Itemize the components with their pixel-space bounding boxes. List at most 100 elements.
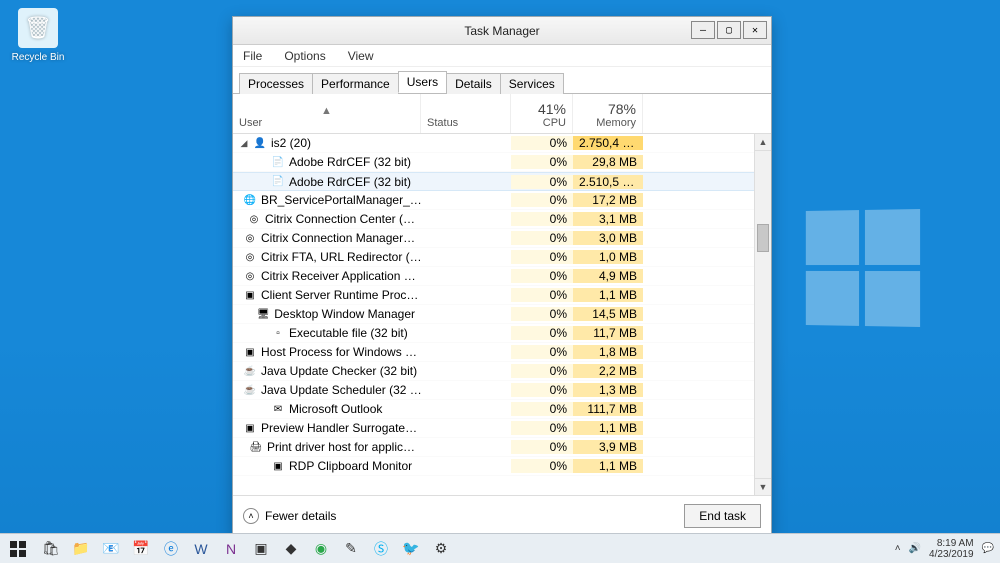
process-row[interactable]: 📄Adobe RdrCEF (32 bit)0%29,8 MB — [233, 153, 771, 172]
tab-details[interactable]: Details — [446, 73, 501, 94]
process-cpu: 0% — [511, 288, 573, 302]
process-mem: 17,2 MB — [573, 193, 643, 207]
process-mem: 1,1 MB — [573, 459, 643, 473]
fewer-details-button[interactable]: ˄ Fewer details — [243, 508, 336, 524]
process-icon: ▫ — [271, 326, 285, 340]
process-name: Preview Handler Surrogate… — [261, 421, 417, 435]
process-name: Java Update Checker (32 bit) — [261, 364, 417, 378]
taskbar-app-icon-1[interactable]: ▣ — [250, 538, 272, 560]
tab-processes[interactable]: Processes — [239, 73, 313, 94]
taskbar-word-icon[interactable]: W — [190, 538, 212, 560]
process-row[interactable]: ▫Executable file (32 bit)0%11,7 MB — [233, 324, 771, 343]
process-cpu: 0% — [511, 155, 573, 169]
process-cpu: 0% — [511, 383, 573, 397]
process-mem: 111,7 MB — [573, 402, 643, 416]
process-name: Desktop Window Manager — [274, 307, 415, 321]
process-row[interactable]: 🖨Print driver host for applic…0%3,9 MB — [233, 438, 771, 457]
process-mem: 1,3 MB — [573, 383, 643, 397]
process-row[interactable]: ▣Client Server Runtime Proc…0%1,1 MB — [233, 286, 771, 305]
title-bar[interactable]: Task Manager — ▢ ✕ — [233, 17, 771, 45]
start-button[interactable] — [4, 535, 32, 563]
taskbar-skype-icon[interactable]: Ⓢ — [370, 538, 392, 560]
process-mem: 3,0 MB — [573, 231, 643, 245]
taskbar-app-icon-5[interactable]: ⚙ — [430, 538, 452, 560]
taskbar-app-icon-2[interactable]: ◆ — [280, 538, 302, 560]
header-user[interactable]: ▲ User — [233, 94, 421, 133]
process-cpu: 0% — [511, 326, 573, 340]
recycle-bin-icon: 🗑 — [18, 8, 58, 48]
process-row[interactable]: 📄Adobe RdrCEF (32 bit)0%2.510,5 MB — [233, 172, 771, 191]
tray-chevron-up-icon[interactable]: ˄ — [895, 543, 901, 554]
process-row[interactable]: ☕Java Update Scheduler (32 …0%1,3 MB — [233, 381, 771, 400]
process-icon: 📄 — [271, 155, 285, 169]
process-icon: 🖨 — [249, 440, 263, 454]
process-name: Microsoft Outlook — [289, 402, 382, 416]
header-memory[interactable]: 78% Memory — [573, 94, 643, 133]
process-row[interactable]: ▣Host Process for Windows …0%1,8 MB — [233, 343, 771, 362]
process-row[interactable]: ✉Microsoft Outlook0%111,7 MB — [233, 400, 771, 419]
process-mem: 14,5 MB — [573, 307, 643, 321]
header-cpu[interactable]: 41% CPU — [511, 94, 573, 133]
process-icon: ◎ — [243, 269, 257, 283]
process-cpu: 0% — [511, 212, 573, 226]
process-row[interactable]: ☕Java Update Checker (32 bit)0%2,2 MB — [233, 362, 771, 381]
process-mem: 4,9 MB — [573, 269, 643, 283]
tab-performance[interactable]: Performance — [312, 73, 399, 94]
tray-action-center-icon[interactable]: 💬 — [982, 543, 994, 554]
header-status[interactable]: Status — [421, 94, 511, 133]
taskbar-store-icon[interactable]: 🛍 — [40, 538, 62, 560]
process-cpu: 0% — [511, 269, 573, 283]
process-name: Citrix Connection Center (… — [265, 212, 415, 226]
process-row[interactable]: ◎Citrix FTA, URL Redirector (…0%1,0 MB — [233, 248, 771, 267]
process-icon: ✉ — [271, 402, 285, 416]
process-icon: 🖥 — [256, 307, 270, 321]
process-row[interactable]: 🖥Desktop Window Manager0%14,5 MB — [233, 305, 771, 324]
process-name: Adobe RdrCEF (32 bit) — [289, 175, 411, 189]
process-name: Executable file (32 bit) — [289, 326, 408, 340]
process-row[interactable]: ◎Citrix Connection Center (…0%3,1 MB — [233, 210, 771, 229]
user-row[interactable]: ◢👤is2 (20)0%2.750,4 MB — [233, 134, 771, 153]
taskbar-calendar-icon[interactable]: 📅 — [130, 538, 152, 560]
taskbar-edge-icon[interactable]: ⓔ — [160, 538, 182, 560]
process-cpu: 0% — [511, 175, 573, 189]
taskbar-app-icon-3[interactable]: ◉ — [310, 538, 332, 560]
taskbar-onenote-icon[interactable]: N — [220, 538, 242, 560]
scroll-up-icon[interactable]: ▲ — [755, 134, 771, 151]
process-row[interactable]: ▣RDP Clipboard Monitor0%1,1 MB — [233, 457, 771, 476]
minimize-button[interactable]: — — [691, 21, 715, 39]
tab-users[interactable]: Users — [398, 71, 447, 93]
end-task-button[interactable]: End task — [684, 504, 761, 528]
tab-services[interactable]: Services — [500, 73, 564, 94]
scrollbar[interactable]: ▲ ▼ — [754, 134, 771, 495]
process-name: BR_ServicePortalManager_… — [261, 193, 421, 207]
process-name: Adobe RdrCEF (32 bit) — [289, 155, 411, 169]
recycle-bin[interactable]: 🗑 Recycle Bin — [8, 8, 68, 63]
process-row[interactable]: ▣Preview Handler Surrogate…0%1,1 MB — [233, 419, 771, 438]
maximize-button[interactable]: ▢ — [717, 21, 741, 39]
process-icon: 📄 — [271, 175, 285, 189]
taskbar-mail-icon[interactable]: 📧 — [100, 538, 122, 560]
menu-file[interactable]: File — [239, 47, 266, 65]
tray-volume-icon[interactable]: 🔊 — [909, 543, 921, 554]
sort-indicator-icon: ▲ — [239, 105, 414, 117]
menu-view[interactable]: View — [344, 47, 378, 65]
process-mem: 3,9 MB — [573, 440, 643, 454]
process-list: ◢👤is2 (20)0%2.750,4 MB 📄 Adobe RdrCEF (32 … — [233, 134, 771, 495]
taskbar-explorer-icon[interactable]: 📁 — [70, 538, 92, 560]
taskbar: 🛍 📁 📧 📅 ⓔ W N ▣ ◆ ◉ ✎ Ⓢ 🐦 ⚙ ˄ 🔊 8:19 AM … — [0, 533, 1000, 563]
tray-clock[interactable]: 8:19 AM 4/23/2019 — [929, 538, 974, 560]
taskbar-app-icon-4[interactable]: ✎ — [340, 538, 362, 560]
scroll-down-icon[interactable]: ▼ — [755, 478, 771, 495]
process-row[interactable]: ◎Citrix Connection Manager…0%3,0 MB — [233, 229, 771, 248]
process-row[interactable]: ◎Citrix Receiver Application …0%4,9 MB — [233, 267, 771, 286]
menu-options[interactable]: Options — [280, 47, 329, 65]
taskbar-twitter-icon[interactable]: 🐦 — [400, 538, 422, 560]
process-cpu: 0% — [511, 231, 573, 245]
scroll-thumb[interactable] — [757, 224, 769, 252]
task-manager-window: Task Manager — ▢ ✕ File Options View Pro… — [232, 16, 772, 536]
process-name: Citrix FTA, URL Redirector (… — [261, 250, 421, 264]
process-icon: ▣ — [243, 288, 257, 302]
process-row[interactable]: 🌐BR_ServicePortalManager_…0%17,2 MB — [233, 191, 771, 210]
close-button[interactable]: ✕ — [743, 21, 767, 39]
expander-icon[interactable]: ◢ — [239, 138, 249, 149]
